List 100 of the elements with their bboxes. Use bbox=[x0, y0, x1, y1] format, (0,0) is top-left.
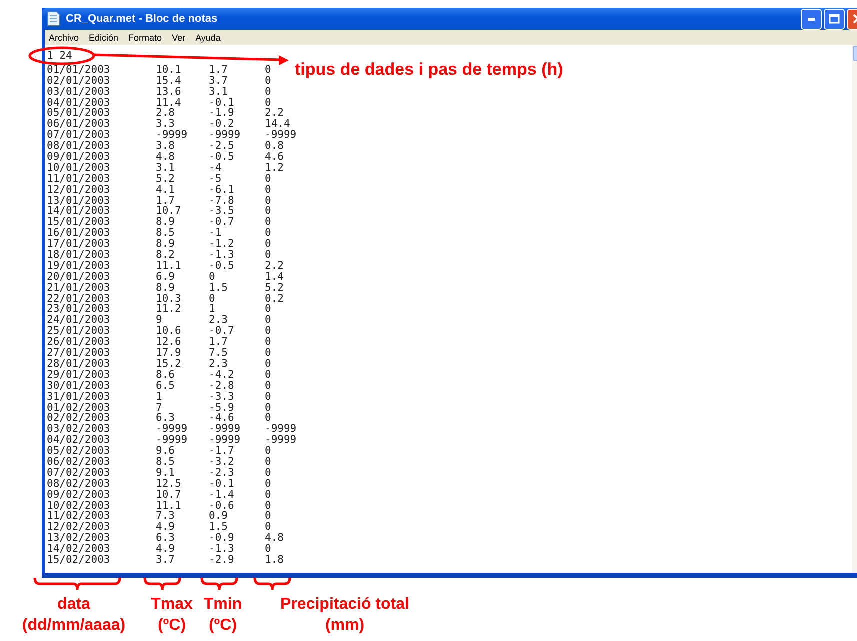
tmin-value: -1.3 bbox=[209, 250, 236, 261]
date-value: 12/02/2003 bbox=[47, 522, 112, 534]
tmax-value: 9 bbox=[156, 315, 162, 326]
tmin-value: 2.3 bbox=[209, 315, 228, 326]
unit-label: (dd/mm/aaaa) bbox=[22, 616, 126, 636]
unit-label: (ºC) bbox=[158, 616, 186, 636]
brace-drawing bbox=[254, 578, 292, 592]
precipitation-value: 0 bbox=[265, 196, 272, 206]
column-label: Tmin bbox=[204, 595, 242, 615]
tmin-value: -1.2 bbox=[209, 239, 236, 250]
precipitation-value: 2.2 bbox=[265, 108, 284, 120]
precipitation-value: 2.2 bbox=[265, 260, 285, 272]
maximize-button[interactable] bbox=[824, 8, 845, 30]
date-value: 09/02/2003 bbox=[47, 490, 112, 501]
tmin-value: -0.7 bbox=[209, 217, 236, 228]
tmin-value: -5.9 bbox=[209, 402, 236, 414]
date-value: 11/01/2003 bbox=[47, 174, 112, 185]
tmin-value: -3.3 bbox=[209, 392, 236, 403]
tmax-value: 8.9 bbox=[156, 239, 176, 250]
date-value: 04/01/2003 bbox=[47, 98, 112, 108]
tmax-value: 10.3 bbox=[156, 294, 182, 304]
date-value: 06/02/2003 bbox=[47, 456, 112, 468]
date-value: 05/02/2003 bbox=[47, 446, 112, 457]
date-value: 08/01/2003 bbox=[47, 141, 112, 152]
precipitation-value: 0 bbox=[265, 446, 272, 457]
date-value: 14/01/2003 bbox=[47, 206, 112, 218]
date-value: 04/02/2003 bbox=[47, 435, 112, 446]
precipitation-value: 0 bbox=[265, 304, 272, 316]
precipitation-value: 1.4 bbox=[265, 272, 285, 283]
tmax-value: 1.7 bbox=[156, 196, 175, 206]
precipitation-value: 5.2 bbox=[265, 282, 285, 294]
tmin-value: -0.5 bbox=[209, 260, 236, 272]
precipitation-value: 1.8 bbox=[265, 554, 285, 566]
tmin-value: -4 bbox=[209, 162, 223, 174]
tmin-value: 7.5 bbox=[209, 348, 229, 359]
date-value: 03/01/2003 bbox=[47, 86, 112, 98]
precipitation-value: 1.2 bbox=[265, 162, 285, 174]
tmin-value: -4.6 bbox=[209, 413, 234, 424]
tmax-value: 10.7 bbox=[156, 206, 182, 218]
tmin-value: -9999 bbox=[209, 130, 242, 142]
menu-item[interactable]: Ver bbox=[172, 32, 186, 42]
minimize-button[interactable] bbox=[801, 8, 822, 30]
precipitation-value: 0 bbox=[265, 478, 272, 490]
tmax-value: 3.8 bbox=[156, 141, 176, 152]
tmin-value: -2.3 bbox=[209, 468, 236, 479]
brace-drawing bbox=[200, 578, 238, 592]
menu-item[interactable]: Edición bbox=[89, 32, 119, 42]
tmin-value: -1.9 bbox=[209, 108, 236, 120]
tmax-value: 15.4 bbox=[156, 76, 182, 87]
menu-item[interactable]: Ayuda bbox=[196, 32, 221, 42]
tmax-value: 13.6 bbox=[156, 86, 182, 98]
tmax-value: 10.6 bbox=[156, 326, 182, 338]
tmax-value: 7 bbox=[156, 402, 162, 414]
header-line: 1 24 bbox=[47, 50, 72, 62]
tmax-value: -9999 bbox=[156, 130, 189, 142]
date-value: 01/01/2003 bbox=[47, 64, 112, 76]
tmax-value: 4.9 bbox=[156, 544, 176, 555]
precipitation-value: -9999 bbox=[265, 130, 298, 142]
date-value: 07/02/2003 bbox=[47, 468, 112, 479]
unit-label: (ºC) bbox=[208, 616, 238, 636]
menu-item[interactable]: Formato bbox=[128, 32, 162, 42]
tmin-value: -2.5 bbox=[209, 141, 236, 152]
tmin-value: 1 bbox=[209, 304, 216, 316]
tmax-value: 8.9 bbox=[156, 282, 176, 294]
precipitation-value: 0 bbox=[265, 174, 272, 185]
tmin-value: -6.1 bbox=[209, 184, 236, 196]
menu-item[interactable]: Archivo bbox=[49, 32, 80, 42]
date-value: 22/01/2003 bbox=[47, 294, 112, 304]
tmin-value: -4.2 bbox=[209, 370, 236, 381]
maximize-icon bbox=[829, 14, 840, 24]
precipitation-value: 0 bbox=[265, 413, 272, 424]
tmax-value: 8.9 bbox=[156, 217, 176, 228]
date-value: 13/02/2003 bbox=[47, 533, 112, 544]
precipitation-value: 0 bbox=[265, 326, 272, 338]
precipitation-value: 0 bbox=[265, 76, 272, 87]
precipitation-value: 0 bbox=[265, 250, 272, 261]
tmin-value: -0.1 bbox=[209, 98, 236, 108]
date-value: 08/02/2003 bbox=[47, 478, 112, 490]
precipitation-value: 0 bbox=[265, 380, 272, 392]
precipitation-value: 0 bbox=[265, 217, 272, 228]
precipitation-value: 0 bbox=[265, 402, 272, 414]
precipitation-value: 0 bbox=[265, 490, 272, 501]
tmax-value: 8.5 bbox=[156, 228, 176, 240]
date-value: 02/02/2003 bbox=[47, 413, 112, 424]
tmax-value: 8.6 bbox=[156, 370, 176, 381]
date-value: 03/02/2003 bbox=[47, 424, 112, 436]
tmax-value: 4.9 bbox=[156, 522, 176, 534]
window-title: CR_Quar.met - Bloc de notas bbox=[66, 13, 219, 25]
tmax-value: 8.2 bbox=[156, 250, 175, 261]
tmax-value: -9999 bbox=[156, 424, 189, 436]
date-value: 15/01/2003 bbox=[47, 217, 112, 228]
precipitation-value: 0 bbox=[265, 544, 272, 555]
precipitation-value: 0 bbox=[265, 500, 272, 512]
callout-label: tipus de dades i pas de temps (h) bbox=[295, 60, 564, 80]
column-label: Precipitació total bbox=[280, 595, 410, 615]
tmin-value: 2.3 bbox=[209, 358, 229, 370]
tmax-value: 7.3 bbox=[156, 511, 176, 522]
tmax-value: 3.7 bbox=[156, 554, 176, 566]
precipitation-value: -9999 bbox=[265, 435, 298, 446]
date-value: 12/01/2003 bbox=[47, 184, 112, 196]
